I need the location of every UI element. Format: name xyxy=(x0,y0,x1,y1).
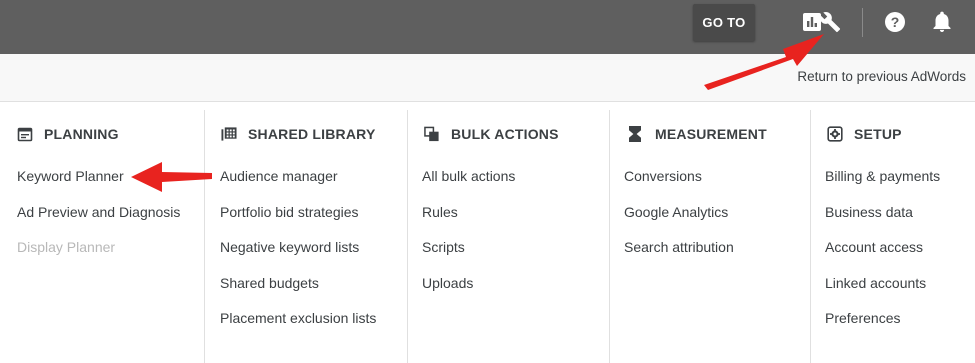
menu-item-conversions[interactable]: Conversions xyxy=(624,167,734,203)
menu-item-negative-keyword-lists[interactable]: Negative keyword lists xyxy=(220,238,376,274)
menu-item-billing-and-payments[interactable]: Billing & payments xyxy=(825,167,940,203)
menu-item-business-data[interactable]: Business data xyxy=(825,203,940,239)
column-title: MEASUREMENT xyxy=(655,126,767,142)
menu-list-setup: Billing & payments Business data Account… xyxy=(825,167,940,345)
menu-item-search-attribution[interactable]: Search attribution xyxy=(624,238,734,274)
menu-item-rules[interactable]: Rules xyxy=(422,203,515,239)
menu-item-portfolio-bid-strategies[interactable]: Portfolio bid strategies xyxy=(220,203,376,239)
toolbar-divider xyxy=(862,8,863,37)
menu-item-all-bulk-actions[interactable]: All bulk actions xyxy=(422,167,515,203)
menu-column-bulk-actions: BULK ACTIONS All bulk actions Rules Scri… xyxy=(407,110,609,363)
column-title: SETUP xyxy=(854,126,902,142)
column-header-shared-library: SHARED LIBRARY xyxy=(221,126,376,142)
menu-item-ad-preview-and-diagnosis[interactable]: Ad Preview and Diagnosis xyxy=(17,203,180,239)
svg-text:?: ? xyxy=(891,14,900,30)
goto-button[interactable]: GO TO xyxy=(693,4,755,41)
menu-list-shared-library: Audience manager Portfolio bid strategie… xyxy=(220,167,376,345)
column-title: BULK ACTIONS xyxy=(451,126,559,142)
menu-item-shared-budgets[interactable]: Shared budgets xyxy=(220,274,376,310)
tools-wrench-icon[interactable] xyxy=(816,8,844,36)
help-icon[interactable]: ? xyxy=(881,8,909,36)
copy-stack-icon xyxy=(424,126,440,142)
top-toolbar: GO TO ? xyxy=(0,0,975,54)
column-header-planning: PLANNING xyxy=(17,126,119,142)
menu-list-planning: Keyword Planner Ad Preview and Diagnosis… xyxy=(17,167,180,274)
hourglass-icon xyxy=(627,126,643,142)
menu-column-setup: SETUP Billing & payments Business data A… xyxy=(810,110,975,363)
menu-item-preferences[interactable]: Preferences xyxy=(825,309,940,345)
menu-item-linked-accounts[interactable]: Linked accounts xyxy=(825,274,940,310)
calendar-icon xyxy=(17,126,33,142)
menu-item-uploads[interactable]: Uploads xyxy=(422,274,515,310)
menu-item-google-analytics[interactable]: Google Analytics xyxy=(624,203,734,239)
notifications-bell-icon[interactable] xyxy=(928,8,956,36)
column-header-measurement: MEASUREMENT xyxy=(627,126,767,142)
menu-column-measurement: MEASUREMENT Conversions Google Analytics… xyxy=(609,110,810,363)
menu-item-account-access[interactable]: Account access xyxy=(825,238,940,274)
menu-item-scripts[interactable]: Scripts xyxy=(422,238,515,274)
tools-menu: PLANNING Keyword Planner Ad Preview and … xyxy=(0,110,975,363)
column-title: SHARED LIBRARY xyxy=(248,126,376,142)
return-to-previous-adwords-link[interactable]: Return to previous AdWords xyxy=(797,69,966,84)
library-icon xyxy=(221,126,237,142)
menu-column-planning: PLANNING Keyword Planner Ad Preview and … xyxy=(0,110,204,363)
menu-column-shared-library: SHARED LIBRARY Audience manager Portfoli… xyxy=(204,110,407,363)
menu-item-placement-exclusion-lists[interactable]: Placement exclusion lists xyxy=(220,309,376,345)
menu-list-measurement: Conversions Google Analytics Search attr… xyxy=(624,167,734,274)
column-header-setup: SETUP xyxy=(827,126,902,142)
menu-list-bulk-actions: All bulk actions Rules Scripts Uploads xyxy=(422,167,515,309)
menu-item-keyword-planner[interactable]: Keyword Planner xyxy=(17,167,180,203)
column-header-bulk-actions: BULK ACTIONS xyxy=(424,126,559,142)
sub-header-bar: Return to previous AdWords xyxy=(0,54,975,102)
column-title: PLANNING xyxy=(44,126,119,142)
settings-gear-icon xyxy=(827,126,843,142)
menu-item-audience-manager[interactable]: Audience manager xyxy=(220,167,376,203)
menu-item-display-planner: Display Planner xyxy=(17,239,116,255)
